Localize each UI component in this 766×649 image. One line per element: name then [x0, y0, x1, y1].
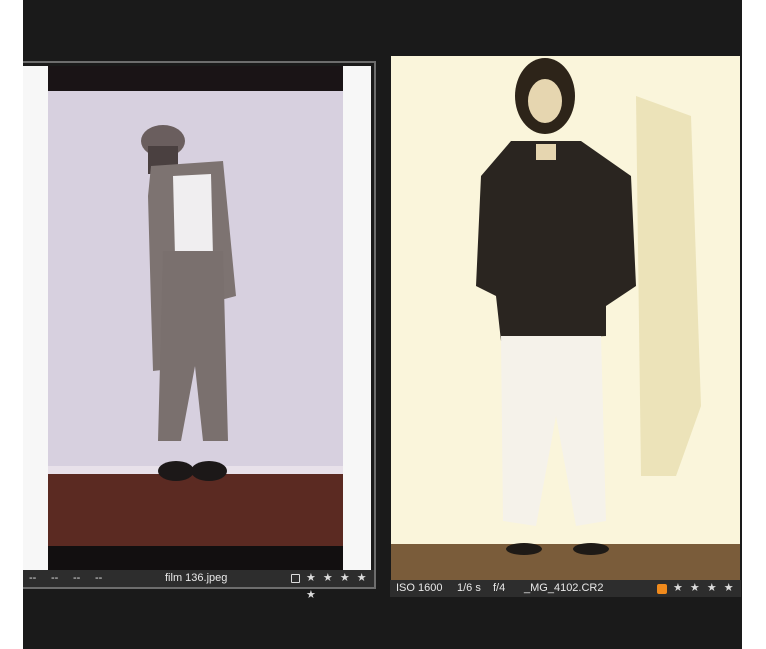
photo-film-136[interactable]	[23, 66, 371, 572]
star-rating[interactable]: ★ ★ ★ ★ ★	[306, 570, 374, 604]
checkbox-icon[interactable]	[291, 574, 300, 583]
image-tile-film-136[interactable]: -- -- -- -- film 136.jpeg ★ ★ ★ ★ ★	[23, 61, 376, 601]
meta-field: --	[29, 572, 37, 584]
rating-dot: •	[726, 582, 732, 594]
meta-field: --	[73, 572, 81, 584]
meta-field: --	[95, 572, 103, 584]
image-comparison-viewer: -- -- -- -- film 136.jpeg ★ ★ ★ ★ ★ ISO …	[23, 0, 742, 649]
filename-label: _MG_4102.CR2	[524, 582, 604, 594]
info-bar-right: ISO 1600 1/6 s f/4 _MG_4102.CR2 ★ ★ ★ ★ …	[390, 580, 741, 597]
shutter-value: 1/6 s	[457, 582, 481, 594]
info-bar-left: -- -- -- -- film 136.jpeg ★ ★ ★ ★ ★	[23, 570, 374, 601]
meta-field: --	[51, 572, 59, 584]
iso-value: ISO 1600	[396, 582, 443, 594]
image-tile-mg-4102[interactable]: ISO 1600 1/6 s f/4 _MG_4102.CR2 ★ ★ ★ ★ …	[390, 56, 741, 597]
color-label-icon[interactable]	[657, 584, 667, 594]
photo-mg-4102[interactable]	[391, 56, 740, 580]
filename-label: film 136.jpeg	[165, 572, 228, 584]
aperture-value: f/4	[493, 582, 506, 594]
